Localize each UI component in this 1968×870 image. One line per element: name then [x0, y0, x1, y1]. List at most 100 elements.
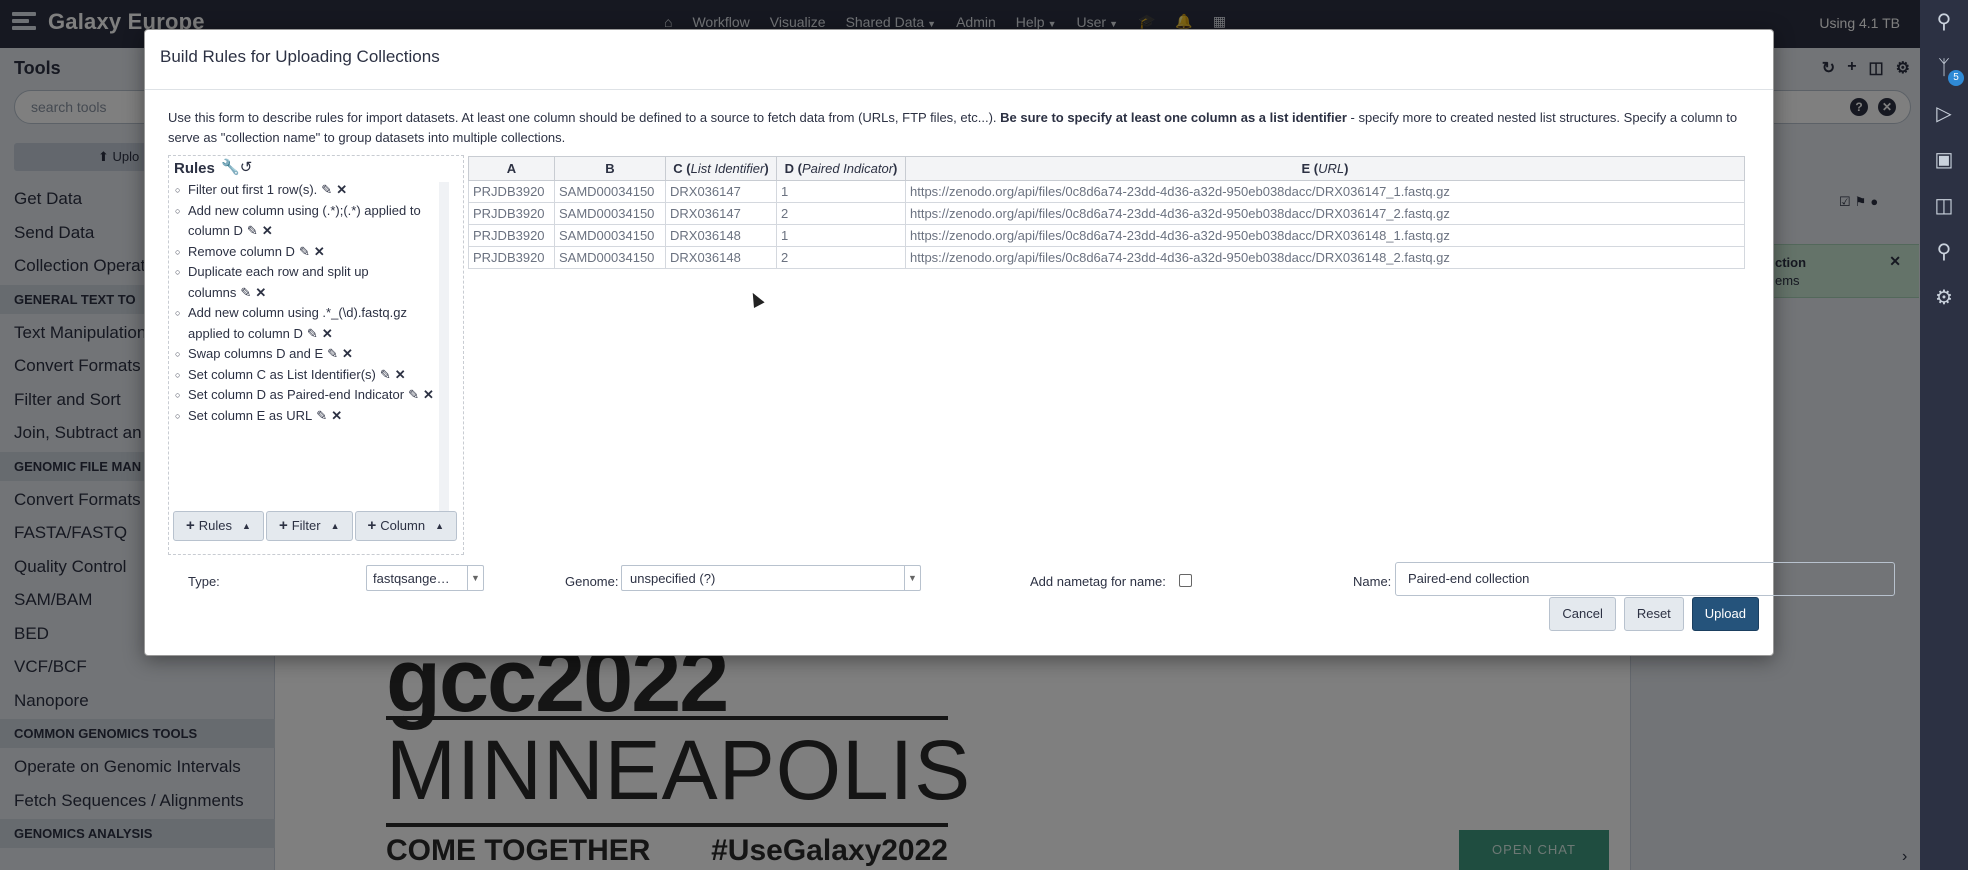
reset-button[interactable]: Reset — [1623, 597, 1684, 631]
rule-item: Set column E as URL✎ ✕ — [174, 406, 446, 427]
column-role: Paired Indicator — [801, 161, 894, 176]
modal-header: Build Rules for Uploading Collections — [145, 30, 1773, 90]
remove-icon[interactable]: ✕ — [342, 346, 353, 361]
rule-text: Remove column D — [188, 243, 295, 259]
rule-data-table: A B C (List Identifier) D (Paired Indicator… — [468, 156, 1745, 269]
chevron-down-icon: ▼ — [904, 566, 920, 590]
puzzle-icon[interactable]: ◫ — [1932, 194, 1956, 218]
table-cell: https://zenodo.org/api/files/0c8d6a74-23… — [905, 224, 1745, 247]
genome-select[interactable]: unspecified (?) ▼ — [621, 565, 921, 591]
name-label: Name: — [1353, 574, 1392, 589]
table-row: PRJDB3920 SAMD00034150 DRX036148 2 https://z… — [468, 246, 1745, 269]
plus-icon: + — [367, 517, 377, 534]
search-icon[interactable]: ⚲ — [1932, 10, 1956, 34]
modal-instructions: Use this form to describe rules for impo… — [168, 108, 1758, 148]
rule-item: Duplicate each row and split up columns✎… — [174, 262, 446, 303]
edit-icon[interactable]: ✎ — [307, 326, 318, 341]
rule-text: Swap columns D and E — [188, 346, 324, 361]
table-cell: SAMD00034150 — [554, 224, 666, 247]
rule-text: Set column E as URL — [188, 407, 313, 423]
rules-scrollbar[interactable] — [439, 182, 449, 514]
wrench-icon[interactable]: 🔧 — [221, 159, 240, 176]
notification-badge: 5 — [1948, 70, 1964, 86]
remove-icon[interactable]: ✕ — [262, 223, 273, 238]
edit-icon[interactable]: ✎ — [321, 182, 332, 197]
nametag-checkbox[interactable] — [1179, 574, 1192, 587]
table-cell: 1 — [776, 180, 906, 203]
column-letter: E — [1301, 161, 1311, 176]
visualization-icon[interactable]: ▣ — [1932, 148, 1956, 172]
remove-icon[interactable]: ✕ — [255, 285, 266, 300]
filter-menu-button[interactable]: + Filter ▲ — [265, 511, 353, 541]
table-row: PRJDB3920 SAMD00034150 DRX036147 1 https://z… — [468, 180, 1745, 203]
collection-options: Type: fastqsange… ▼ Genome: unspecified (… — [145, 560, 1895, 600]
upload-button[interactable]: Upload — [1691, 597, 1759, 631]
column-menu-button[interactable]: + Column ▲ — [354, 511, 457, 541]
modal-title: Build Rules for Uploading Collections — [160, 47, 440, 66]
edit-icon[interactable]: ✎ — [380, 367, 391, 382]
edit-icon[interactable]: ✎ — [408, 387, 419, 402]
column-role: URL — [1318, 161, 1345, 176]
rule-buttons: + Rules ▲ + Filter ▲ + Column ▲ — [173, 511, 457, 541]
remove-icon[interactable]: ✕ — [395, 367, 406, 382]
history-icon[interactable]: ↺ — [240, 159, 253, 176]
remove-icon[interactable]: ✕ — [336, 182, 347, 197]
instructions-text: Use this form to describe rules for impo… — [168, 110, 1001, 125]
rule-builder-modal: Build Rules for Uploading Collections Us… — [144, 29, 1895, 656]
column-header[interactable]: C (List Identifier) — [665, 156, 777, 181]
remove-icon[interactable]: ✕ — [423, 387, 434, 402]
rule-item: Remove column D ✎ ✕ — [174, 242, 446, 263]
table-cell: 1 — [776, 224, 906, 247]
column-menu-label: Column — [380, 518, 426, 533]
instructions-emphasis: Be sure to specify at least one column a… — [1000, 110, 1347, 125]
remove-icon[interactable]: ✕ — [314, 244, 325, 259]
rules-title-icons: 🔧↺ — [221, 158, 252, 176]
activity-bar: ⚲ ᛉ 5 ▷ ▣ ◫ ⚲ ⚙ — [1920, 0, 1968, 870]
table-cell: https://zenodo.org/api/files/0c8d6a74-23… — [905, 202, 1745, 225]
flask-icon[interactable]: ⚲ — [1932, 240, 1956, 264]
type-select[interactable]: fastqsange… ▼ — [366, 565, 484, 591]
edit-icon[interactable]: ✎ — [299, 244, 310, 259]
remove-icon[interactable]: ✕ — [322, 326, 333, 341]
workflow-run-icon[interactable]: ▷ — [1932, 102, 1956, 126]
column-header[interactable]: B — [554, 156, 666, 181]
table-cell: SAMD00034150 — [554, 180, 666, 203]
column-letter: B — [605, 161, 615, 176]
rule-item: Set column C as List Identifier(s) ✎ ✕ — [174, 365, 446, 386]
rule-item: Swap columns D and E✎ ✕ — [174, 344, 446, 365]
rule-text: Filter out first 1 row(s). — [188, 182, 318, 197]
type-label: Type: — [188, 574, 220, 589]
rule-item: Set column D as Paired-end Indicator✎ ✕ — [174, 385, 446, 406]
cancel-button[interactable]: Cancel — [1549, 597, 1616, 631]
caret-up-icon: ▲ — [435, 521, 444, 531]
chevron-down-icon: ▼ — [467, 566, 483, 590]
table-cell: PRJDB3920 — [468, 246, 555, 269]
rules-menu-button[interactable]: + Rules ▲ — [173, 511, 264, 541]
filter-menu-label: Filter — [291, 518, 321, 533]
table-cell: SAMD00034150 — [554, 202, 666, 225]
plus-icon: + — [278, 517, 288, 534]
edit-icon[interactable]: ✎ — [316, 408, 327, 423]
column-letter: C — [673, 161, 683, 176]
collection-name-input[interactable]: Paired-end collection — [1395, 562, 1895, 596]
caret-up-icon: ▲ — [330, 521, 340, 531]
genome-label: Genome: — [565, 574, 619, 589]
rule-text: Set column D as Paired-end Indicator — [188, 387, 405, 402]
table-header-row: A B C (List Identifier) D (Paired Indicator… — [468, 156, 1745, 181]
edit-icon[interactable]: ✎ — [327, 346, 338, 361]
table-cell: PRJDB3920 — [468, 202, 555, 225]
edit-icon[interactable]: ✎ — [240, 285, 251, 300]
column-header[interactable]: E (URL) — [905, 156, 1745, 181]
rule-item: Filter out first 1 row(s).✎ ✕ — [174, 180, 446, 201]
column-header[interactable]: A — [468, 156, 555, 181]
caret-up-icon: ▲ — [242, 521, 251, 531]
table-cell: PRJDB3920 — [468, 224, 555, 247]
remove-icon[interactable]: ✕ — [331, 408, 342, 423]
rule-item: Add new column using .*_(\d).fastq.gz ap… — [174, 303, 446, 344]
docker-icon[interactable]: ⚙ — [1932, 286, 1956, 310]
column-header[interactable]: D (Paired Indicator) — [776, 156, 906, 181]
column-role: List Identifier — [690, 161, 765, 176]
table-body: PRJDB3920 SAMD00034150 DRX036147 1 https://z… — [468, 180, 1745, 269]
edit-icon[interactable]: ✎ — [247, 223, 258, 238]
rules-menu-label: Rules — [198, 518, 233, 533]
